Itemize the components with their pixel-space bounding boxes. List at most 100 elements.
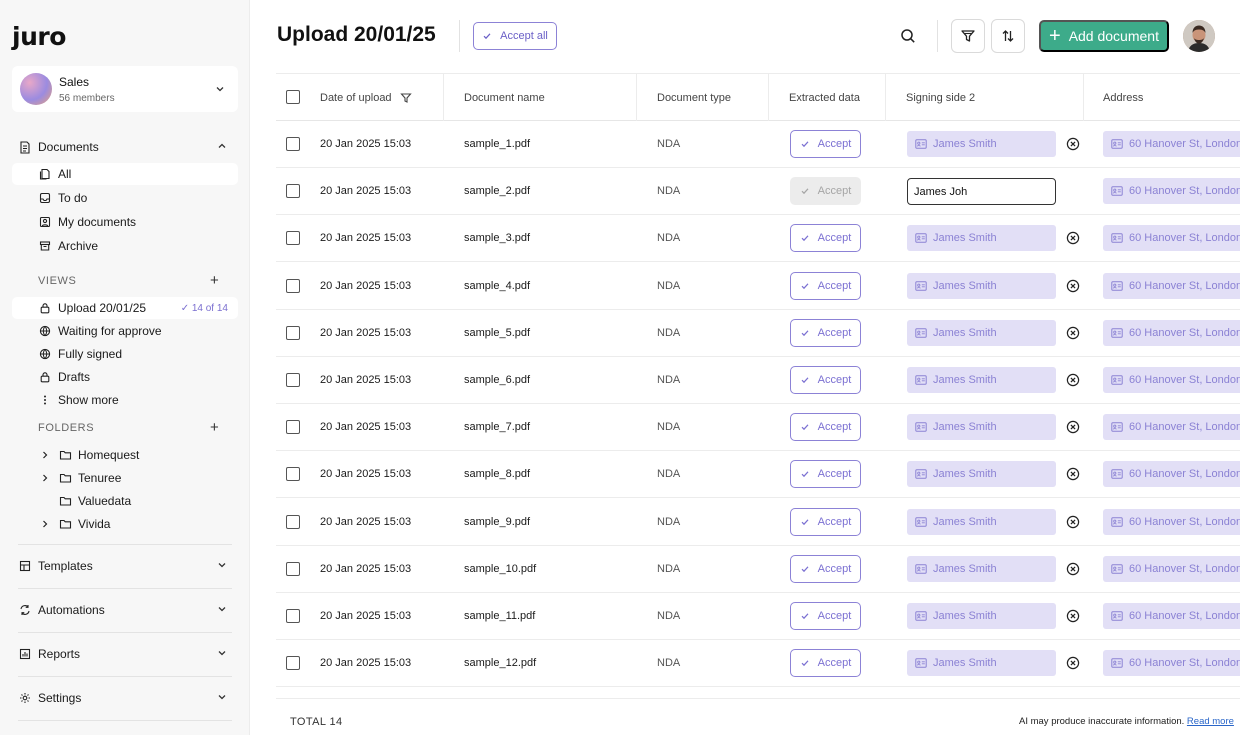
table-row[interactable]: 20 Jan 2025 15:03 sample_8.pdf NDA Accept Ja… xyxy=(276,451,1240,499)
row-checkbox[interactable] xyxy=(286,278,300,293)
clear-icon[interactable] xyxy=(1066,373,1080,387)
accept-button[interactable]: Accept xyxy=(790,224,861,253)
juro-logo[interactable]: juro xyxy=(12,22,66,51)
accept-button[interactable]: Accept xyxy=(790,507,861,536)
folder-valuedata[interactable]: Valuedata xyxy=(12,490,238,512)
chevron-right-icon[interactable] xyxy=(38,471,52,485)
row-checkbox[interactable] xyxy=(286,514,300,529)
table-row[interactable]: 20 Jan 2025 15:03 sample_10.pdf NDA Accept J… xyxy=(276,546,1240,593)
accept-button[interactable]: Accept xyxy=(790,271,861,300)
accept-button[interactable]: Accept xyxy=(790,413,861,442)
signer-chip[interactable]: James Smith xyxy=(907,319,1056,346)
folder-vivida[interactable]: Vivida xyxy=(12,513,238,535)
cell-document-name[interactable]: sample_12.pdf xyxy=(464,657,536,669)
sort-button[interactable] xyxy=(991,19,1025,53)
column-address[interactable]: Address xyxy=(1103,74,1143,121)
clear-icon[interactable] xyxy=(1066,609,1080,623)
chevron-right-icon[interactable] xyxy=(38,448,52,462)
cell-document-name[interactable]: sample_2.pdf xyxy=(464,185,530,197)
user-avatar[interactable] xyxy=(1183,20,1215,52)
cell-document-name[interactable]: sample_11.pdf xyxy=(464,610,535,622)
sidebar-view-drafts[interactable]: Drafts xyxy=(12,366,238,388)
signer-chip[interactable]: James Smith xyxy=(907,225,1056,252)
sidebar-settings[interactable]: Settings xyxy=(18,687,238,709)
clear-icon[interactable] xyxy=(1066,420,1080,434)
clear-icon[interactable] xyxy=(1066,515,1080,529)
row-checkbox[interactable] xyxy=(286,137,300,151)
signer-chip[interactable]: James Smith xyxy=(907,272,1056,299)
sidebar-view-waiting[interactable]: Waiting for approve xyxy=(12,320,238,342)
accept-button[interactable]: Accept xyxy=(790,366,861,394)
accept-button[interactable]: Accept xyxy=(790,602,861,630)
sidebar-item-all[interactable]: All xyxy=(12,163,238,185)
select-all-checkbox[interactable] xyxy=(286,90,300,104)
clear-icon[interactable] xyxy=(1066,326,1080,340)
sidebar-reports[interactable]: Reports xyxy=(18,643,238,665)
cell-document-name[interactable]: sample_5.pdf xyxy=(464,327,530,339)
table-row[interactable]: 20 Jan 2025 15:03 sample_9.pdf NDA Accept Ja… xyxy=(276,499,1240,546)
add-folder-icon[interactable]: + xyxy=(210,419,219,436)
row-checkbox[interactable] xyxy=(286,609,300,623)
address-chip[interactable]: 60 Hanover St, London xyxy=(1103,272,1240,299)
accept-all-button[interactable]: Accept all xyxy=(473,22,557,50)
signer-chip[interactable]: James Smith xyxy=(907,131,1056,157)
address-chip[interactable]: 60 Hanover St, London xyxy=(1103,555,1240,582)
row-checkbox[interactable] xyxy=(286,656,300,671)
sidebar-item-archive[interactable]: Archive xyxy=(12,235,238,257)
sidebar-item-todo[interactable]: To do xyxy=(12,187,238,209)
add-view-icon[interactable]: + xyxy=(210,272,219,289)
signer-chip[interactable]: James Smith xyxy=(907,367,1056,393)
team-switcher[interactable]: Sales 56 members xyxy=(12,66,238,112)
cell-document-name[interactable]: sample_8.pdf xyxy=(464,468,530,480)
clear-icon[interactable] xyxy=(1066,137,1080,151)
accept-button[interactable]: Accept xyxy=(790,318,861,347)
address-chip[interactable]: 60 Hanover St, London xyxy=(1103,603,1240,629)
table-row[interactable]: 20 Jan 2025 15:03 sample_3.pdf NDA Accept Ja… xyxy=(276,215,1240,263)
signer-chip[interactable]: James Smith xyxy=(907,508,1056,535)
table-row[interactable]: 20 Jan 2025 15:03 sample_1.pdf NDA Accept Ja… xyxy=(276,121,1240,168)
add-document-button[interactable]: + Add document xyxy=(1039,20,1169,52)
clear-icon[interactable] xyxy=(1066,656,1080,670)
column-signing-side-2[interactable]: Signing side 2 xyxy=(906,74,975,121)
cell-document-name[interactable]: sample_9.pdf xyxy=(464,516,530,528)
cell-document-name[interactable]: sample_10.pdf xyxy=(464,563,536,575)
column-extracted-data[interactable]: Extracted data xyxy=(789,74,860,121)
sidebar-templates[interactable]: Templates xyxy=(18,555,238,577)
sidebar-item-my-documents[interactable]: My documents xyxy=(12,211,238,233)
accept-button[interactable]: Accept xyxy=(790,460,861,489)
filter-button[interactable] xyxy=(951,19,985,53)
address-chip[interactable]: 60 Hanover St, London xyxy=(1103,367,1240,393)
row-checkbox[interactable] xyxy=(286,420,300,435)
signer-chip[interactable]: James Smith xyxy=(907,603,1056,629)
chevron-right-icon[interactable] xyxy=(38,517,52,531)
signer-chip[interactable]: James Smith xyxy=(907,555,1056,582)
folder-homequest[interactable]: Homequest xyxy=(12,444,238,466)
sidebar-show-more[interactable]: Show more xyxy=(12,389,238,411)
accept-button[interactable]: Accept xyxy=(790,554,861,583)
column-document-name[interactable]: Document name xyxy=(464,74,545,121)
address-chip[interactable]: 60 Hanover St, London xyxy=(1103,225,1240,252)
clear-icon[interactable] xyxy=(1066,279,1080,293)
sidebar-view-fully-signed[interactable]: Fully signed xyxy=(12,343,238,365)
row-checkbox[interactable] xyxy=(286,467,300,482)
search-button[interactable] xyxy=(896,24,920,48)
cell-document-name[interactable]: sample_3.pdf xyxy=(464,232,530,244)
accept-button[interactable]: Accept xyxy=(790,177,861,206)
table-row[interactable]: 20 Jan 2025 15:03 sample_6.pdf NDA Accept Ja… xyxy=(276,357,1240,404)
folder-tenuree[interactable]: Tenuree xyxy=(12,467,238,489)
signer-chip[interactable]: James Smith xyxy=(907,650,1056,677)
address-chip[interactable]: 60 Hanover St, London xyxy=(1103,178,1240,205)
row-checkbox[interactable] xyxy=(286,373,300,387)
clear-icon[interactable] xyxy=(1066,562,1080,576)
column-document-type[interactable]: Document type xyxy=(657,74,731,121)
address-chip[interactable]: 60 Hanover St, London xyxy=(1103,508,1240,535)
address-chip[interactable]: 60 Hanover St, London xyxy=(1103,650,1240,677)
accept-button[interactable]: Accept xyxy=(790,130,861,158)
table-row[interactable]: 20 Jan 2025 15:03 sample_7.pdf NDA Accept Ja… xyxy=(276,404,1240,452)
clear-icon[interactable] xyxy=(1066,467,1080,481)
row-checkbox[interactable] xyxy=(286,325,300,340)
filter-icon[interactable] xyxy=(399,92,412,104)
signer-input[interactable] xyxy=(907,178,1056,206)
table-row[interactable]: 20 Jan 2025 15:03 sample_2.pdf NDA Accept 60… xyxy=(276,168,1240,216)
cell-document-name[interactable]: sample_4.pdf xyxy=(464,280,530,292)
